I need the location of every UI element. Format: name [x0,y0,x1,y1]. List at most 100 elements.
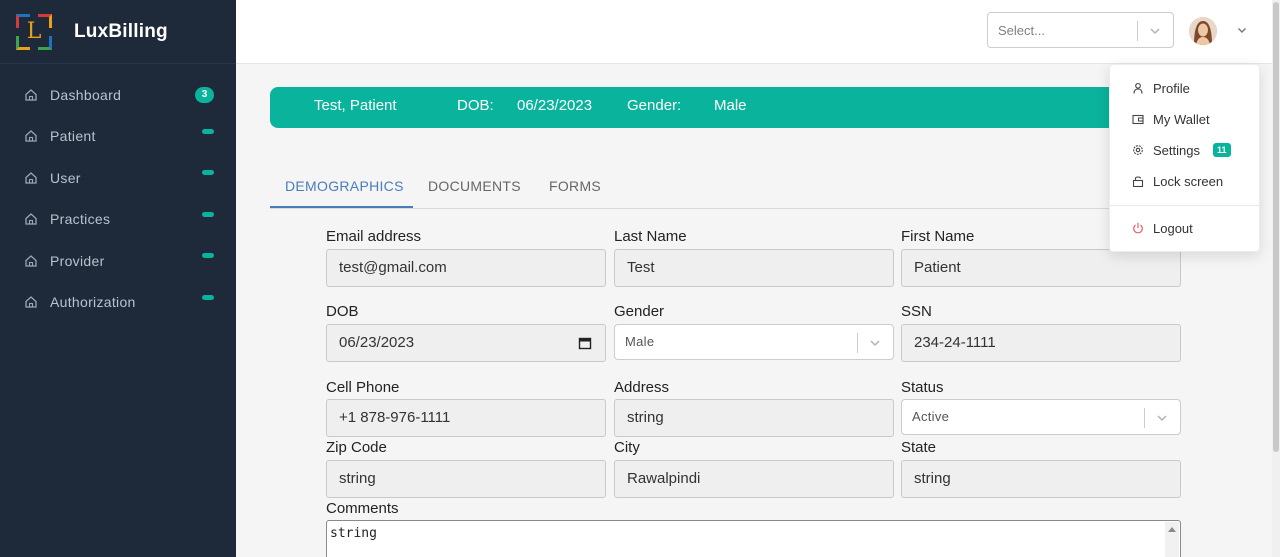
sidebar-item-authorization[interactable]: Authorization [0,282,236,324]
top-header: Select... [236,0,1272,64]
sidebar-item-provider[interactable]: Provider [0,240,236,282]
scrollbar-thumb[interactable] [1273,2,1279,452]
menu-item-label: Profile [1153,80,1190,96]
submenu-indicator [202,170,214,176]
menu-item-logout[interactable]: Logout [1110,216,1261,240]
header-select[interactable]: Select... [987,12,1174,48]
gear-icon [1133,145,1143,155]
state-field[interactable]: string [901,460,1181,498]
status-select-value: Active [912,409,950,424]
first-name-field[interactable]: Patient [901,249,1181,287]
ssn-label: SSN [901,303,932,320]
sidebar-item-label: Practices [50,211,111,228]
sidebar-item-label: Dashboard [50,86,122,103]
zip-code-label: Zip Code [326,439,387,456]
patient-banner: Test, Patient DOB: 06/23/2023 Gender: Ma… [270,87,1170,128]
power-icon [1133,222,1143,234]
dob-label: DOB: [457,97,494,114]
home-icon [25,171,37,184]
gender-select-value: Male [625,334,655,349]
select-separator [1144,408,1145,428]
first-name-label: First Name [901,228,975,245]
menu-item-label: My Wallet [1153,111,1210,127]
home-icon [25,213,37,225]
dob-field-label: DOB [326,303,359,320]
sidebar-item-label: Provider [50,252,105,269]
patient-name: Test, Patient [314,97,397,114]
address-field[interactable]: string [614,399,894,437]
scroll-up-arrow-icon[interactable] [1168,527,1176,532]
comments-textarea[interactable]: string [326,520,1181,557]
settings-count-badge: 11 [1212,143,1231,157]
brand[interactable]: L LuxBilling [0,0,236,64]
gender-value: Male [714,97,747,114]
lock-icon [1132,176,1144,187]
submenu-indicator [202,294,214,300]
sidebar-item-label: Patient [50,128,96,145]
tab-documents[interactable]: DOCUMENTS [428,178,521,194]
last-name-label: Last Name [614,228,687,245]
cell-phone-field[interactable]: +1 878-976-1111 [326,399,606,437]
state-label: State [901,439,937,456]
tab-bar: DEMOGRAPHICS DOCUMENTS FORMS [270,164,1180,209]
zip-code-field[interactable]: string [326,460,606,498]
dob-field-value: 06/23/2023 [339,334,415,351]
sidebar-item-practices[interactable]: Practices [0,199,236,241]
dashboard-count-badge: 3 [195,86,214,103]
city-label: City [614,439,640,456]
sidebar-item-label: Authorization [50,294,136,311]
select-separator [1137,21,1138,41]
gender-select[interactable]: Male [614,324,894,360]
chevron-down-icon[interactable] [1155,411,1169,425]
avatar[interactable] [1189,17,1217,45]
chevron-down-icon[interactable] [1148,24,1162,38]
status-label: Status [901,379,944,396]
calendar-icon[interactable] [578,336,592,350]
submenu-indicator [202,211,214,217]
sidebar-item-dashboard[interactable]: Dashboard 3 [0,74,236,116]
menu-item-label: Settings [1153,142,1200,158]
city-field[interactable]: Rawalpindi [614,460,894,498]
home-icon [25,88,37,101]
wallet-icon [1132,114,1144,125]
address-label: Address [614,379,670,396]
menu-item-wallet[interactable]: My Wallet [1110,107,1261,131]
submenu-indicator [202,253,214,259]
comments-text: string [330,526,377,541]
email-label: Email address [326,228,422,245]
email-field[interactable]: test@gmail.com [326,249,606,287]
last-name-field[interactable]: Test [614,249,894,287]
dob-field[interactable]: 06/23/2023 [326,324,606,362]
chevron-down-icon[interactable] [1236,24,1248,36]
menu-item-profile[interactable]: Profile [1110,76,1261,100]
chevron-down-icon[interactable] [868,336,882,350]
ssn-field[interactable]: 234-24-1111 [901,324,1181,362]
status-select[interactable]: Active [901,399,1181,435]
logo-icon: L [14,12,54,52]
select-separator [857,333,858,353]
menu-divider [1110,205,1261,206]
header-select-placeholder: Select... [998,23,1045,38]
comments-label: Comments [326,500,399,517]
menu-item-label: Lock screen [1153,173,1224,189]
home-icon [25,130,37,142]
tab-forms[interactable]: FORMS [549,178,601,194]
gender-field-label: Gender [614,303,665,320]
sidebar-nav: Dashboard 3 Patient User Practices Provi… [0,74,236,323]
dob-value: 06/23/2023 [517,97,593,114]
menu-item-label: Logout [1153,220,1193,236]
app-name: LuxBilling [74,20,168,42]
sidebar-item-patient[interactable]: Patient [0,116,236,158]
active-tab-indicator [270,206,413,208]
home-icon [25,296,37,308]
gender-label: Gender: [627,97,682,114]
cell-phone-label: Cell Phone [326,379,400,396]
menu-item-settings[interactable]: Settings 11 [1110,138,1261,162]
page-scrollbar[interactable] [1272,0,1280,557]
user-dropdown-menu: Profile My Wallet Settings 11 Lock scree… [1109,64,1261,252]
tab-demographics[interactable]: DEMOGRAPHICS [285,178,404,194]
submenu-indicator [202,128,214,134]
sidebar-item-user[interactable]: User [0,157,236,199]
menu-item-lock-screen[interactable]: Lock screen [1110,169,1261,193]
textarea-scrollbar[interactable] [1165,522,1179,557]
